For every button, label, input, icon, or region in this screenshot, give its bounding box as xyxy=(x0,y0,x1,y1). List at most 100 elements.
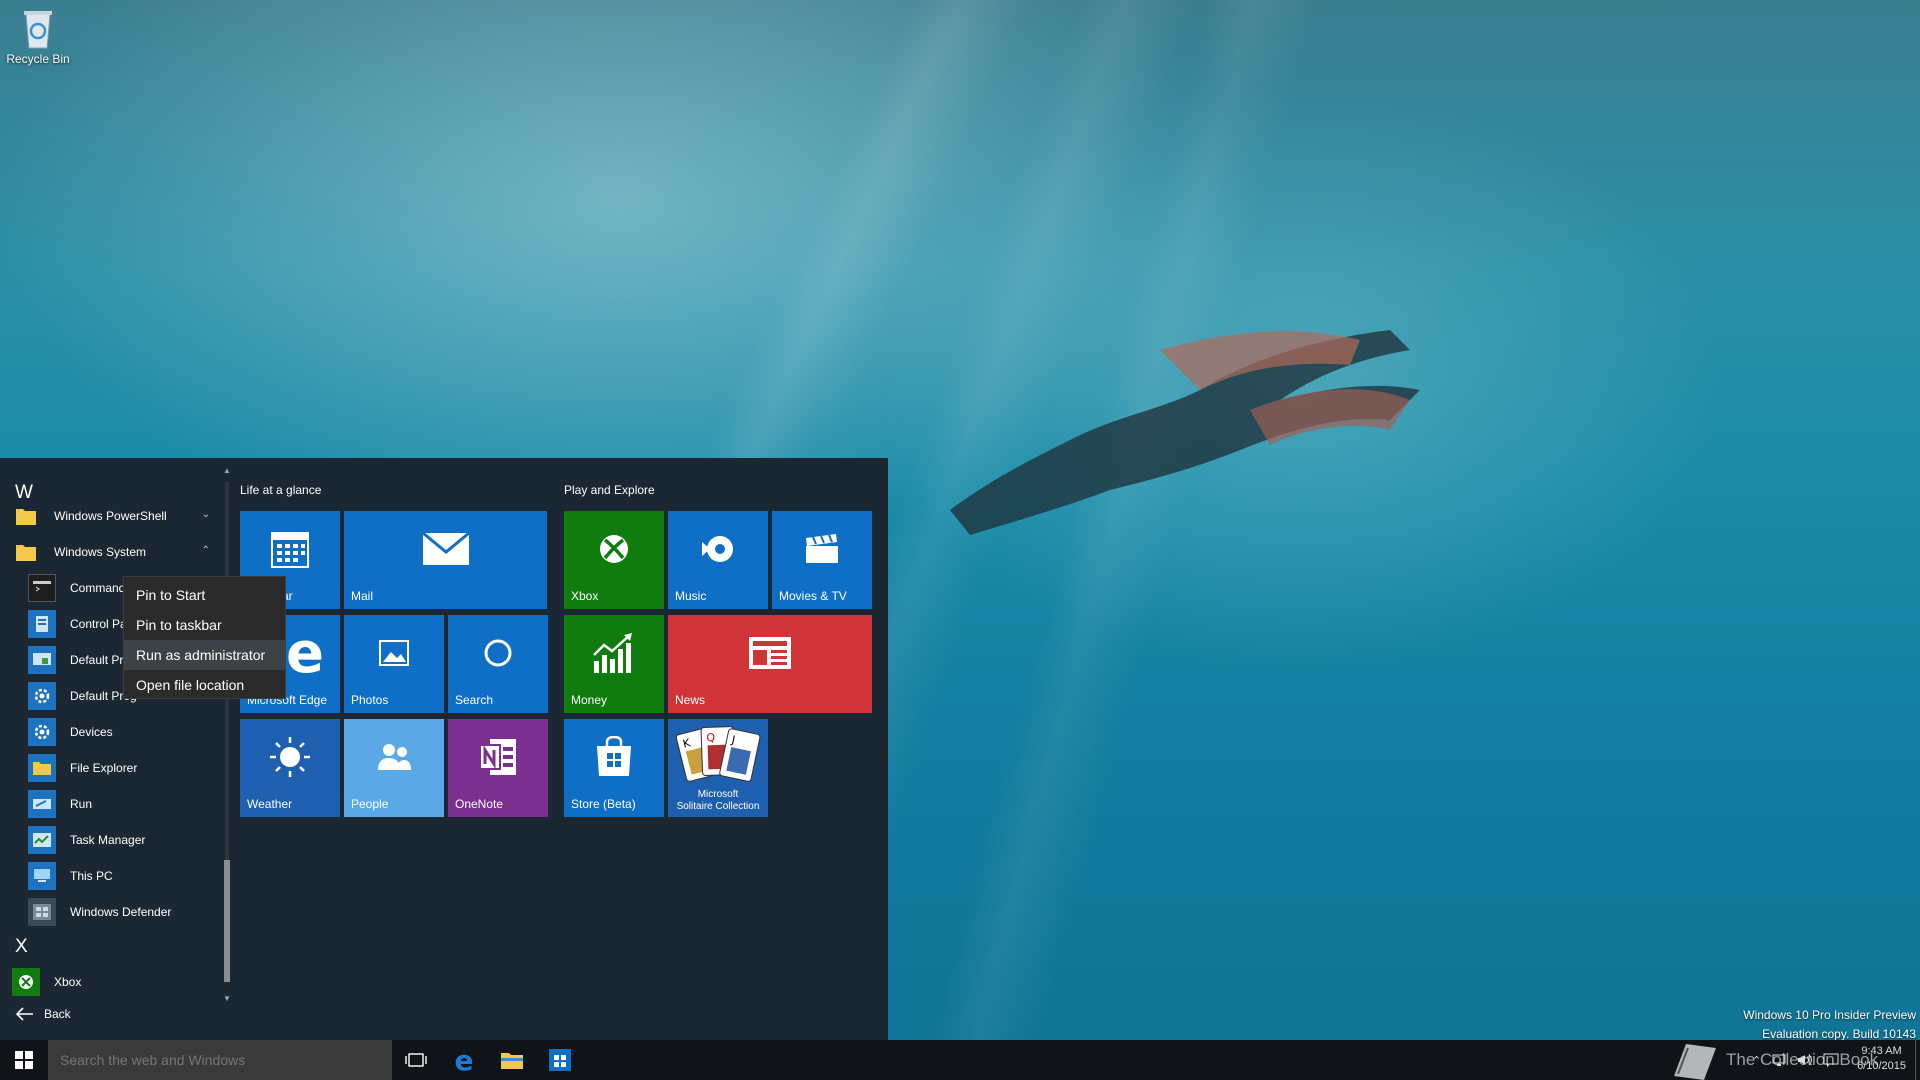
tile-xbox[interactable]: Xbox xyxy=(564,511,664,609)
taskbar: e The Collection Book ⌃ 9:43 AM 6/10/201… xyxy=(0,1040,1920,1080)
tile-movies-tv[interactable]: Movies & TV xyxy=(772,511,872,609)
tile-search[interactable]: Search xyxy=(448,615,548,713)
tile-label: Weather xyxy=(247,797,293,811)
tile-store[interactable]: Store (Beta) xyxy=(564,719,664,817)
action-center-icon[interactable] xyxy=(1823,1053,1839,1067)
taskbar-search-input[interactable] xyxy=(48,1040,392,1080)
app-file-explorer[interactable]: File Explorer xyxy=(28,751,218,785)
app-label: Devices xyxy=(70,725,113,739)
taskbar-file-explorer-button[interactable] xyxy=(488,1040,536,1080)
clock-time: 9:43 AM xyxy=(1861,1045,1902,1057)
context-item-open-file-location[interactable]: Open file location xyxy=(124,670,285,700)
tile-onenote[interactable]: OneNote xyxy=(448,719,548,817)
watermark-line1: Windows 10 Pro Insider Preview xyxy=(1743,1008,1916,1022)
tile-money[interactable]: Money xyxy=(564,615,664,713)
folder-icon xyxy=(501,1053,523,1069)
group-title-life[interactable]: Life at a glance xyxy=(240,483,321,497)
sun-icon xyxy=(270,737,310,777)
app-label: Windows Defender xyxy=(70,905,172,919)
tile-label: Search xyxy=(455,693,494,707)
tile-solitaire[interactable]: K Q J Microsoft Solitaire Collection xyxy=(668,719,768,817)
photos-icon xyxy=(379,640,409,666)
tile-label-line1: Microsoft xyxy=(697,789,739,800)
xbox-icon xyxy=(600,535,628,563)
task-view-button[interactable] xyxy=(392,1040,440,1080)
volume-icon[interactable] xyxy=(1797,1053,1813,1067)
onenote-icon xyxy=(479,739,516,775)
wallpaper-diver xyxy=(950,330,1420,535)
scroll-thumb[interactable] xyxy=(224,860,230,982)
app-label: Windows System xyxy=(54,545,147,559)
xbox-icon xyxy=(12,968,40,996)
news-icon xyxy=(749,637,791,669)
gear-icon xyxy=(28,718,56,746)
folder-icon xyxy=(12,502,40,530)
cortana-icon xyxy=(484,639,512,667)
app-label: Run xyxy=(70,797,93,811)
people-icon xyxy=(378,744,411,770)
calendar-icon xyxy=(271,532,309,568)
clapperboard-icon xyxy=(806,534,838,563)
tile-people[interactable]: People xyxy=(344,719,444,817)
scroll-down-arrow[interactable]: ▼ xyxy=(222,994,232,1003)
mail-icon xyxy=(421,532,470,565)
taskbar-store-button[interactable] xyxy=(536,1040,584,1080)
tile-mail[interactable]: Mail xyxy=(344,511,547,609)
scroll-up-arrow[interactable]: ▲ xyxy=(222,466,232,475)
app-label: This PC xyxy=(70,869,113,883)
tile-news[interactable]: News xyxy=(668,615,872,713)
music-icon xyxy=(702,536,733,562)
network-icon[interactable] xyxy=(1771,1053,1787,1067)
app-task-manager[interactable]: Task Manager xyxy=(28,823,218,857)
tile-weather[interactable]: Weather xyxy=(240,719,340,817)
store-bag-icon xyxy=(597,736,631,776)
tile-label: Movies & TV xyxy=(779,589,847,603)
tile-label-line2: Solitaire Collection xyxy=(676,801,760,812)
tile-label: News xyxy=(675,693,706,707)
playing-cards-icon: K Q J xyxy=(675,726,761,782)
tile-music[interactable]: Music xyxy=(668,511,768,609)
group-title-play[interactable]: Play and Explore xyxy=(564,483,655,497)
context-item-pin-to-taskbar[interactable]: Pin to taskbar xyxy=(124,610,285,640)
control-panel-icon xyxy=(28,610,56,638)
tile-photos[interactable]: Photos xyxy=(344,615,444,713)
tile-label: Photos xyxy=(351,693,389,707)
chevron-up-icon[interactable]: ⌃ xyxy=(202,545,210,556)
show-desktop-button[interactable] xyxy=(1915,1040,1920,1080)
store-bag-icon xyxy=(549,1049,571,1071)
app-windows-powershell[interactable]: Windows PowerShell ⌄ xyxy=(12,499,212,533)
chevron-down-icon[interactable]: ⌄ xyxy=(202,509,210,520)
show-hidden-icons-chevron-icon[interactable]: ⌃ xyxy=(1752,1054,1761,1067)
app-xbox[interactable]: Xbox xyxy=(12,965,212,999)
letter-header-x[interactable]: X xyxy=(15,936,28,958)
app-label: Default Pro xyxy=(70,653,131,667)
app-list-scrollbar[interactable]: ▲ ▼ xyxy=(222,466,232,1003)
tile-label: Music xyxy=(675,589,707,603)
context-item-run-as-administrator[interactable]: Run as administrator xyxy=(124,640,285,670)
recycle-bin-icon xyxy=(24,11,52,49)
app-devices[interactable]: Devices xyxy=(28,715,218,749)
taskbar-edge-button[interactable]: e xyxy=(440,1040,488,1080)
app-this-pc[interactable]: This PC xyxy=(28,859,218,893)
app-label: Task Manager xyxy=(70,833,146,847)
clock-date: 6/10/2015 xyxy=(1857,1060,1906,1072)
recycle-bin-shortcut[interactable]: Recycle Bin xyxy=(4,6,72,66)
build-watermark: Windows 10 Pro Insider Preview Evaluatio… xyxy=(1743,1006,1916,1044)
back-button[interactable]: Back xyxy=(14,1006,71,1022)
start-button[interactable] xyxy=(0,1040,48,1080)
app-windows-system[interactable]: Windows System ⌃ xyxy=(12,535,212,569)
tile-label: Xbox xyxy=(571,589,599,603)
svg-text:Q: Q xyxy=(706,731,715,744)
app-windows-defender[interactable]: Windows Defender xyxy=(28,895,218,929)
folder-icon xyxy=(12,538,40,566)
app-label: Control Pa xyxy=(70,617,127,631)
edge-icon: e xyxy=(454,1043,474,1077)
windows-logo-icon xyxy=(15,1051,33,1069)
book-icon xyxy=(1674,1044,1716,1080)
windows-defender-icon xyxy=(28,898,56,926)
taskbar-clock[interactable]: 9:43 AM 6/10/2015 xyxy=(1857,1044,1906,1074)
context-item-pin-to-start[interactable]: Pin to Start xyxy=(124,580,285,610)
tile-label: Store (Beta) xyxy=(571,797,636,811)
app-run[interactable]: Run xyxy=(28,787,218,821)
app-label: Windows PowerShell xyxy=(54,509,167,523)
